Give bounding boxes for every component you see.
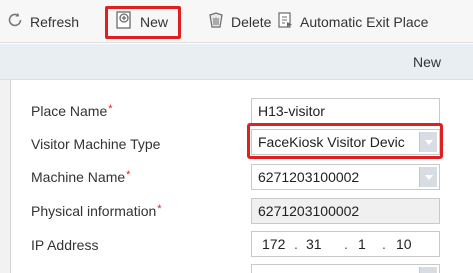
delete-icon: [207, 11, 225, 32]
delete-label: Delete: [231, 13, 272, 30]
place-name-label-text: Place Name: [31, 103, 108, 119]
required-marker: *: [157, 203, 162, 215]
machine-name-label-text: Machine Name: [31, 169, 126, 185]
machine-type-label-text: Visitor Machine Type: [31, 136, 161, 152]
physical-info-label: Physical information*: [31, 203, 162, 219]
new-button-highlight: [105, 6, 181, 39]
machine-type-highlight: [247, 123, 443, 159]
place-name-value: H13-visitor: [258, 103, 325, 119]
ip-octet-1[interactable]: 172: [262, 236, 285, 252]
place-name-input[interactable]: H13-visitor: [251, 98, 440, 124]
exit-place-icon: [276, 11, 294, 32]
physical-info-value: 6271203100002: [258, 203, 360, 219]
ip-dot: .: [294, 236, 298, 252]
machine-name-value: 6271203100002: [258, 169, 360, 185]
required-marker: *: [126, 169, 131, 181]
next-row-field[interactable]: [251, 264, 440, 273]
dialog-header: New: [0, 44, 473, 80]
ip-dot: .: [382, 236, 386, 252]
ip-octet-2[interactable]: 31: [306, 236, 322, 252]
delete-button[interactable]: Delete: [207, 0, 271, 43]
ip-address-label: IP Address: [31, 237, 98, 253]
dialog-title: New: [412, 54, 441, 70]
automatic-exit-place-button[interactable]: Automatic Exit Place: [276, 0, 428, 43]
required-marker: *: [108, 103, 113, 115]
refresh-button[interactable]: Refresh: [6, 0, 79, 43]
place-name-label: Place Name*: [31, 103, 113, 119]
toolbar: Refresh New Delete Automatic Exit Place: [0, 0, 473, 43]
machine-name-label: Machine Name*: [31, 169, 130, 185]
ip-address-input[interactable]: 172 . 31 . 1 . 10: [251, 231, 440, 257]
chevron-down-icon[interactable]: [419, 267, 437, 273]
physical-info-field: 6271203100002: [251, 198, 440, 224]
machine-type-label: Visitor Machine Type: [31, 136, 160, 152]
ip-dot: .: [344, 236, 348, 252]
machine-name-select[interactable]: 6271203100002: [251, 164, 440, 190]
ip-address-label-text: IP Address: [31, 237, 99, 253]
physical-info-label-text: Physical information: [31, 203, 157, 219]
panel-left-edge: [0, 80, 11, 273]
ip-octet-3[interactable]: 1: [358, 236, 366, 252]
refresh-icon: [6, 11, 24, 32]
ip-octet-4[interactable]: 10: [396, 236, 412, 252]
exit-place-label: Automatic Exit Place: [300, 13, 429, 30]
chevron-down-icon[interactable]: [419, 167, 437, 187]
refresh-label: Refresh: [30, 13, 80, 30]
